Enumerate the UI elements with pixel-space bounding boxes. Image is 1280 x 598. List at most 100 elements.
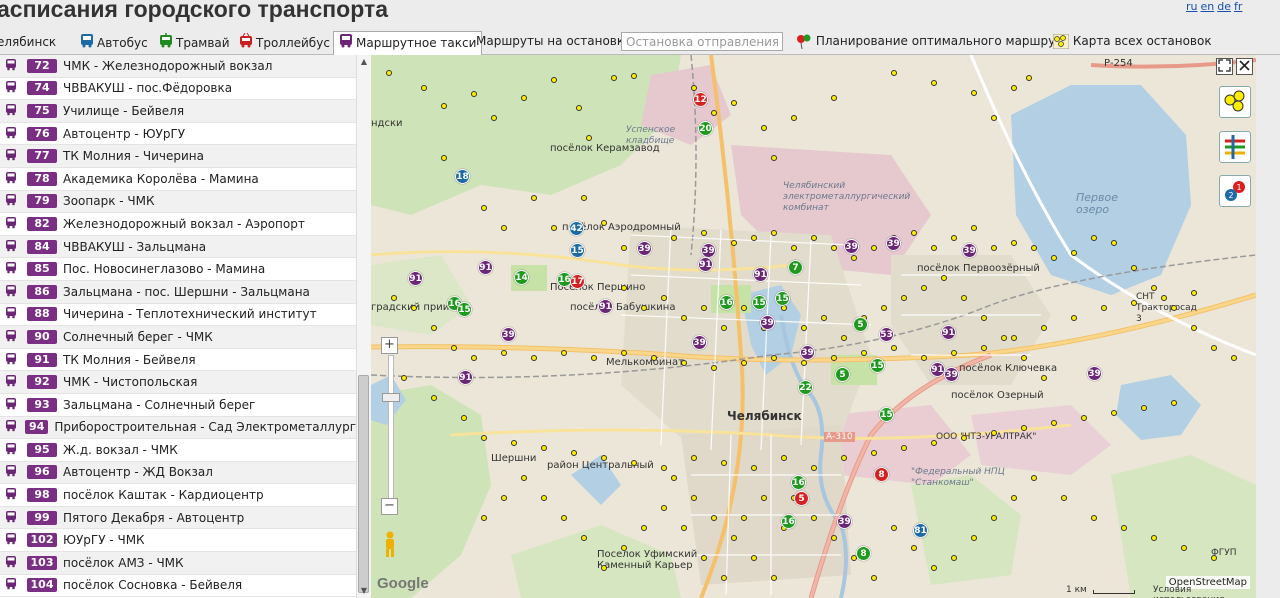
stop-dot[interactable] <box>1026 75 1032 81</box>
route-name[interactable]: Зальцмана - пос. Шершни - Зальцмана <box>63 285 310 299</box>
stop-dot[interactable] <box>1211 555 1217 561</box>
route-marker[interactable]: 15 <box>775 291 790 306</box>
route-marker[interactable]: 39 <box>800 345 815 360</box>
route-name[interactable]: Чичерина - Теплотехнический институт <box>63 307 317 321</box>
stop-dot[interactable] <box>891 70 897 76</box>
stop-dot[interactable] <box>501 225 507 231</box>
stop-dot[interactable] <box>531 195 537 201</box>
stop-dot[interactable] <box>1181 545 1187 551</box>
route-row[interactable]: 88 Чичерина - Теплотехнический институт <box>0 304 356 327</box>
route-row[interactable]: 102 ЮУрГУ - ЧМК <box>0 529 356 553</box>
stop-dot[interactable] <box>661 465 667 471</box>
route-number[interactable]: 85 <box>27 262 57 277</box>
route-marker[interactable]: 5 <box>853 317 868 332</box>
route-number[interactable]: 74 <box>27 81 57 96</box>
stop-dot[interactable] <box>831 535 837 541</box>
route-marker[interactable]: 15 <box>879 407 894 422</box>
stop-dot[interactable] <box>711 110 717 116</box>
route-marker[interactable]: 16 <box>719 295 734 310</box>
route-marker[interactable]: 8 <box>856 546 871 561</box>
route-name[interactable]: ЧВВАКУШ - Зальцмана <box>63 240 206 254</box>
stop-dot[interactable] <box>541 495 547 501</box>
stop-dot[interactable] <box>1141 405 1147 411</box>
stop-dot[interactable] <box>991 430 997 436</box>
stop-dot[interactable] <box>951 350 957 356</box>
stop-dot[interactable] <box>921 285 927 291</box>
route-row[interactable]: 103 посёлок АМЗ - ЧМК <box>0 552 356 575</box>
stop-dot[interactable] <box>661 505 667 511</box>
stop-dot[interactable] <box>481 435 487 441</box>
stop-dot[interactable] <box>401 375 407 381</box>
stop-dot[interactable] <box>561 350 567 356</box>
stop-dot[interactable] <box>471 91 477 97</box>
route-marker[interactable]: 39 <box>886 236 901 251</box>
route-marker[interactable]: 39 <box>962 243 977 258</box>
markers-layer-button[interactable]: 12 <box>1219 175 1251 207</box>
route-name[interactable]: посёлок АМЗ - ЧМК <box>63 556 184 570</box>
stop-dot[interactable] <box>811 235 817 241</box>
stop-dot[interactable] <box>741 305 747 311</box>
stop-dot[interactable] <box>1111 410 1117 416</box>
route-marker[interactable]: 91 <box>930 362 945 377</box>
stop-dot[interactable] <box>411 305 417 311</box>
stop-dot[interactable] <box>701 305 707 311</box>
stop-dot[interactable] <box>961 435 967 441</box>
stop-dot[interactable] <box>981 315 987 321</box>
route-marker[interactable]: 15 <box>570 243 585 258</box>
stop-dot[interactable] <box>471 355 477 361</box>
departure-stop-input[interactable] <box>621 32 783 51</box>
route-name[interactable]: Автоцентр - ЖД Вокзал <box>63 465 213 479</box>
stop-dot[interactable] <box>1021 425 1027 431</box>
route-name[interactable]: ТК Молния - Чичерина <box>63 149 204 163</box>
stop-dot[interactable] <box>661 295 667 301</box>
route-name[interactable]: Железнодорожный вокзал - Аэропорт <box>63 217 305 231</box>
stop-dot[interactable] <box>751 555 757 561</box>
stop-dot[interactable] <box>1021 355 1027 361</box>
city-map[interactable]: Р-254 Успенское кладбище посёлок Керамза… <box>371 55 1256 598</box>
stop-dot[interactable] <box>581 535 587 541</box>
lang-de-link[interactable]: de <box>1217 0 1231 13</box>
stop-dot[interactable] <box>1161 295 1167 301</box>
stop-dot[interactable] <box>1151 285 1157 291</box>
stop-dot[interactable] <box>861 350 867 356</box>
stop-dot[interactable] <box>871 450 877 456</box>
stop-dot[interactable] <box>481 515 487 521</box>
scroll-thumb[interactable] <box>358 375 369 593</box>
stop-dot[interactable] <box>791 115 797 121</box>
stop-dot[interactable] <box>1111 240 1117 246</box>
stop-dot[interactable] <box>991 245 997 251</box>
stop-dot[interactable] <box>441 103 447 109</box>
route-marker[interactable]: 5 <box>835 367 850 382</box>
stop-dot[interactable] <box>851 255 857 261</box>
stop-dot[interactable] <box>811 515 817 521</box>
stop-dot[interactable] <box>581 195 587 201</box>
stop-dot[interactable] <box>631 460 637 466</box>
stop-dot[interactable] <box>1001 335 1007 341</box>
stop-dot[interactable] <box>601 565 607 571</box>
stop-dot[interactable] <box>571 450 577 456</box>
route-marker[interactable]: 39 <box>760 315 775 330</box>
stop-dot[interactable] <box>871 245 877 251</box>
route-list-scrollbar[interactable]: ▲ ▼ <box>356 55 371 598</box>
stop-dot[interactable] <box>441 155 447 161</box>
stop-dot[interactable] <box>711 365 717 371</box>
zoom-slider[interactable] <box>388 355 394 502</box>
stop-dot[interactable] <box>771 230 777 236</box>
route-number[interactable]: 88 <box>27 307 57 322</box>
stop-dot[interactable] <box>1091 515 1097 521</box>
route-number[interactable]: 92 <box>27 375 57 390</box>
stop-dot[interactable] <box>711 515 717 521</box>
stop-dot[interactable] <box>991 515 997 521</box>
stop-dot[interactable] <box>501 495 507 501</box>
stop-dot[interactable] <box>1171 305 1177 311</box>
stop-dot[interactable] <box>386 70 392 76</box>
scroll-down-icon[interactable]: ▼ <box>359 586 369 596</box>
route-planner-link[interactable]: Планирование оптимального маршрута <box>796 34 1070 50</box>
stop-dot[interactable] <box>831 95 837 101</box>
map-terms-link[interactable]: Условия использования <box>1153 585 1256 598</box>
stops-layer-button[interactable] <box>1219 86 1251 118</box>
route-row[interactable]: 72 ЧМК - Железнодорожный вокзал <box>0 55 356 78</box>
stop-dot[interactable] <box>821 315 827 321</box>
stop-dot[interactable] <box>1041 375 1047 381</box>
stop-dot[interactable] <box>721 575 727 581</box>
